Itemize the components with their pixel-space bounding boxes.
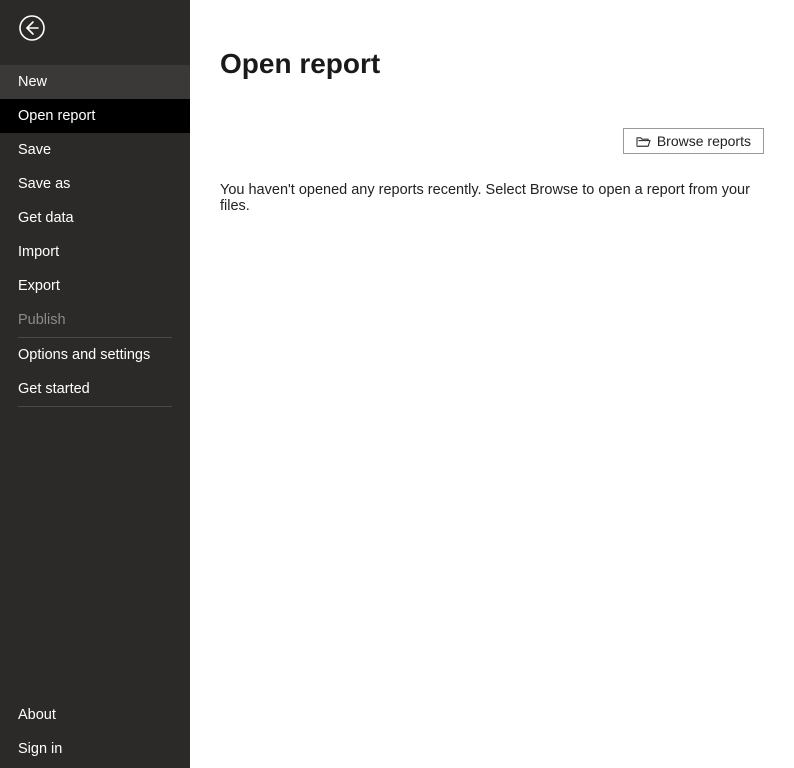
main-panel: Open report Browse reports You haven't o… [190,0,794,768]
browse-reports-button[interactable]: Browse reports [623,128,764,154]
sidebar-item-publish: Publish [0,303,190,337]
browse-reports-label: Browse reports [657,133,751,149]
sidebar-item-import[interactable]: Import [0,235,190,269]
sidebar-item-export[interactable]: Export [0,269,190,303]
sidebar-item-open-report[interactable]: Open report [0,99,190,133]
sidebar-item-get-started[interactable]: Get started [0,372,190,406]
back-arrow-icon [18,14,46,42]
folder-open-icon [636,135,651,148]
sidebar-item-options[interactable]: Options and settings [0,338,190,372]
separator [18,406,172,407]
page-title: Open report [220,48,764,80]
sidebar-item-save-as[interactable]: Save as [0,167,190,201]
sidebar-item-new[interactable]: New [0,65,190,99]
sidebar-item-get-data[interactable]: Get data [0,201,190,235]
sidebar-item-save[interactable]: Save [0,133,190,167]
back-button[interactable] [0,0,190,65]
empty-reports-message: You haven't opened any reports recently.… [220,182,764,214]
sidebar-item-about[interactable]: About [0,698,190,732]
sidebar-menu: New Open report Save Save as Get data Im… [0,65,190,768]
sidebar-bottom: About Sign in [0,698,190,768]
browse-row: Browse reports [220,128,764,154]
sidebar-item-sign-in[interactable]: Sign in [0,732,190,766]
sidebar: New Open report Save Save as Get data Im… [0,0,190,768]
